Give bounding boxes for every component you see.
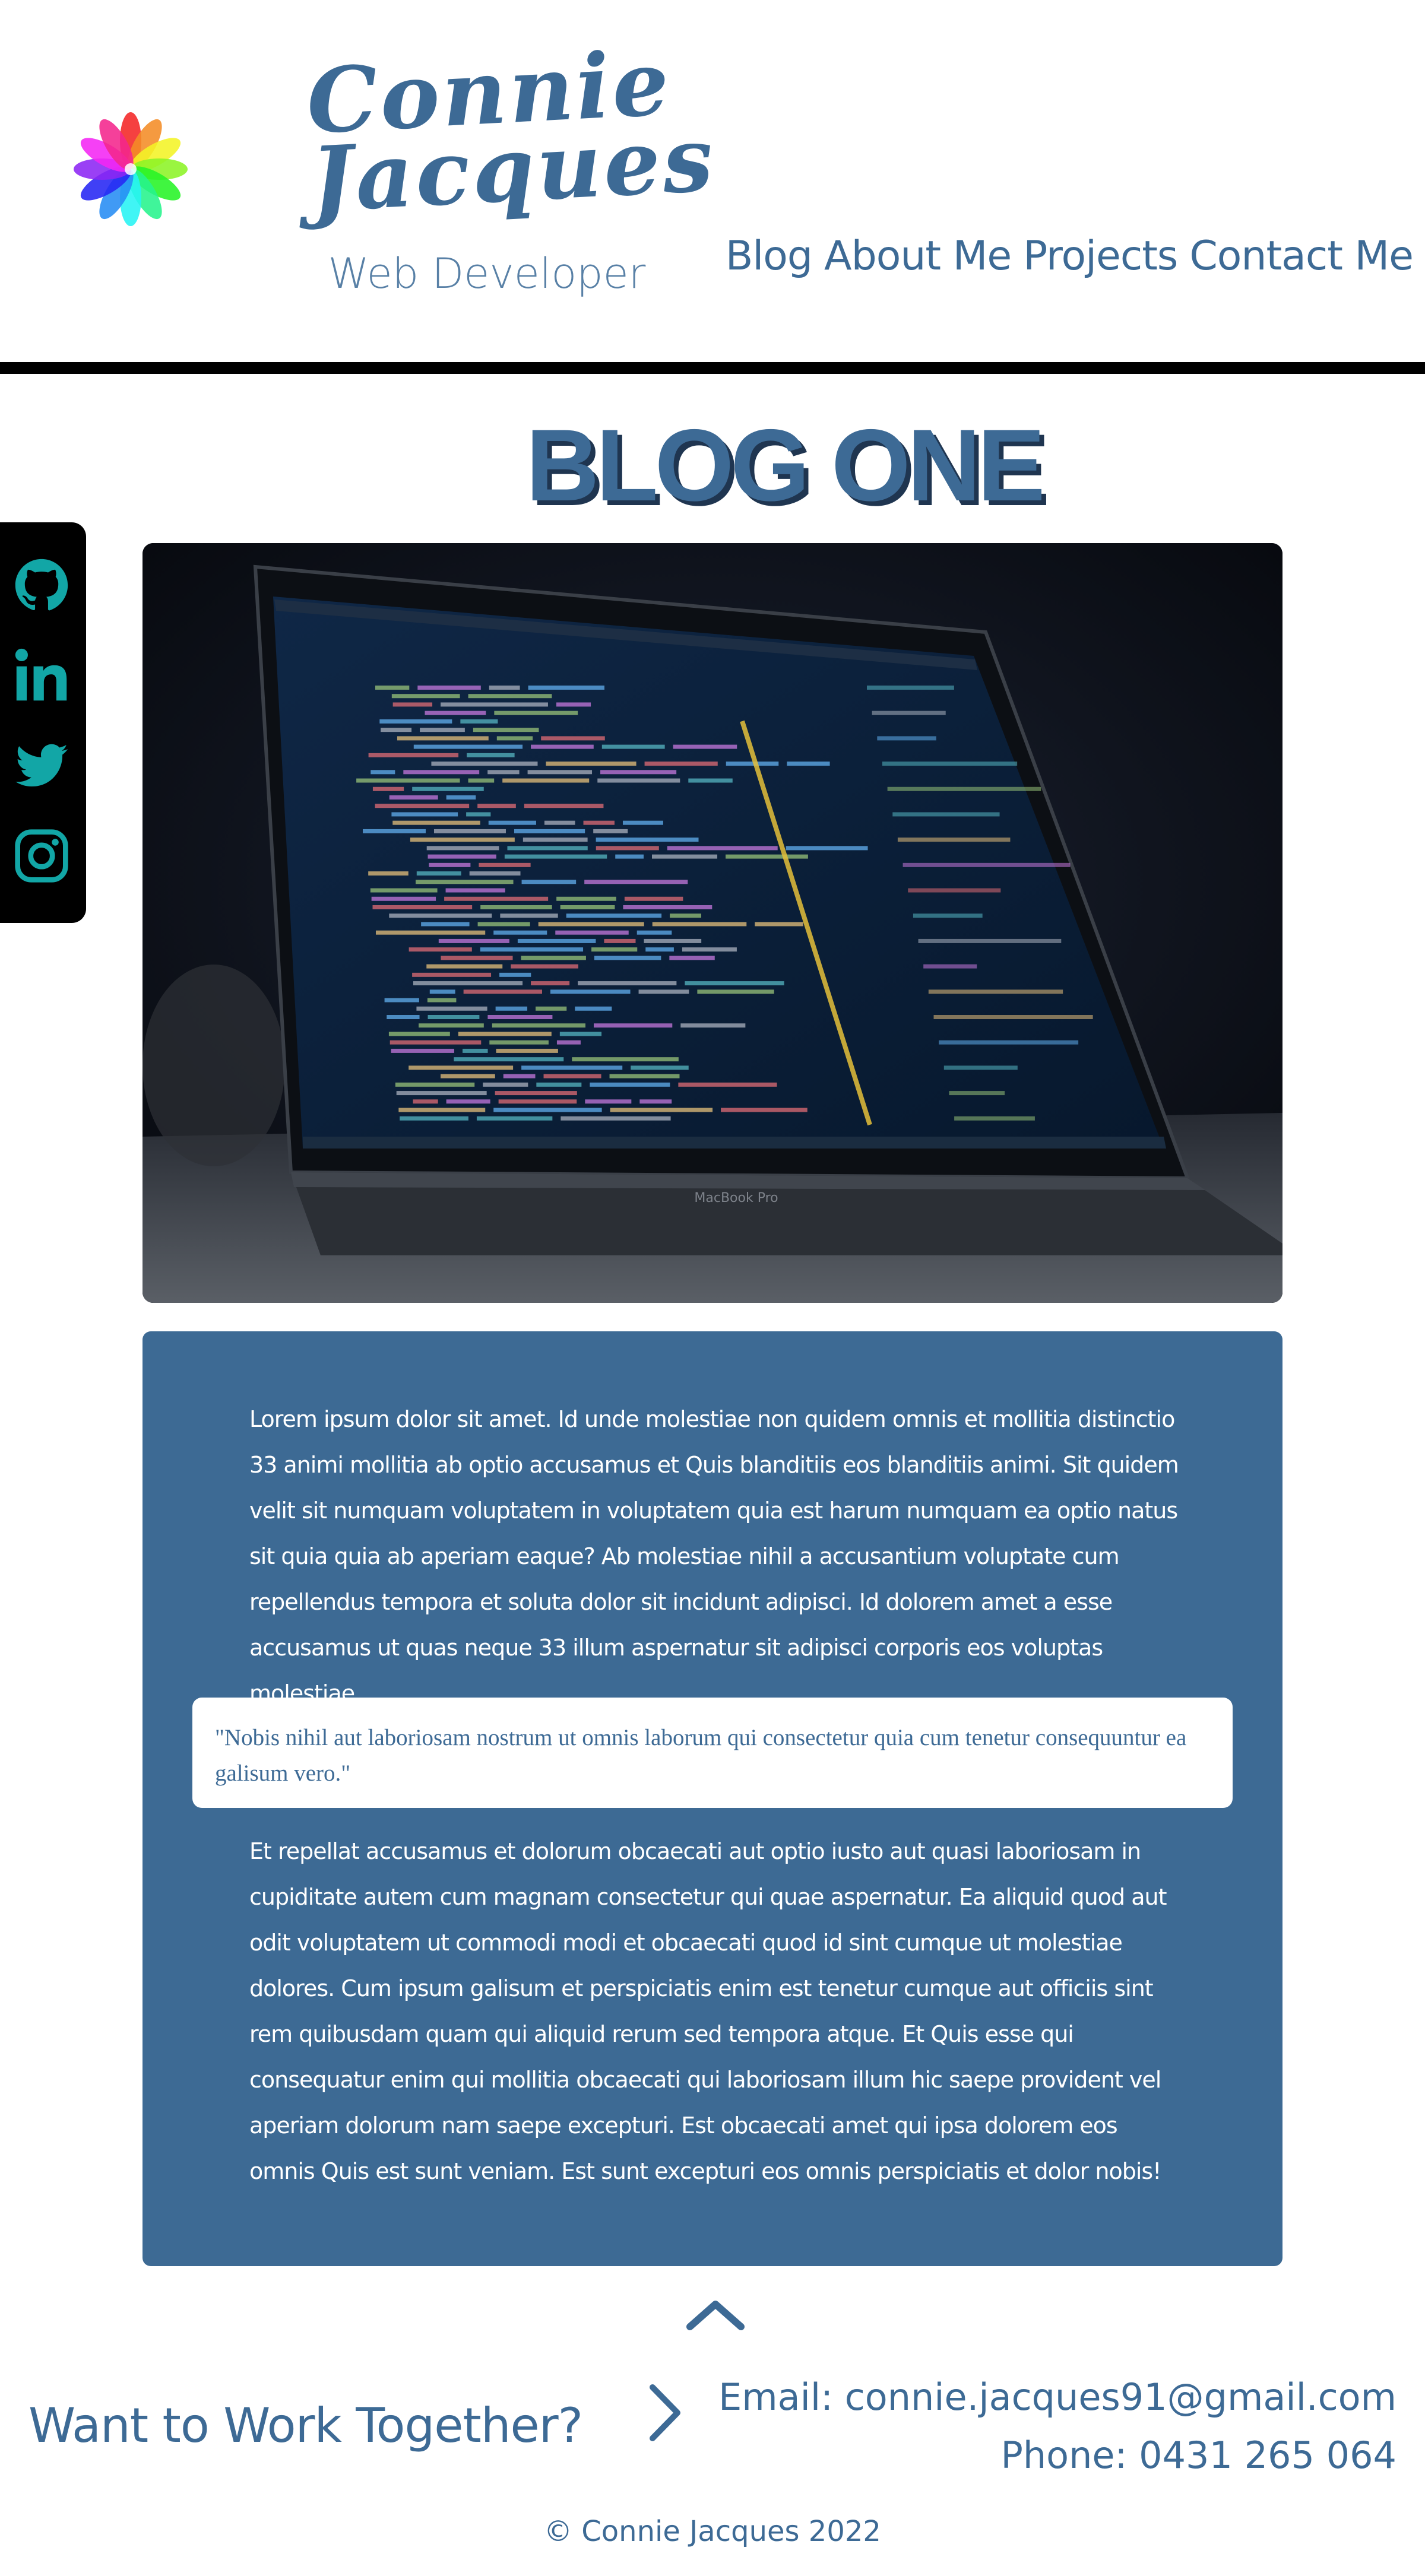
nav-blog[interactable]: Blog	[726, 233, 813, 280]
main-nav: Blog About Me Projects Contact Me	[726, 233, 1414, 280]
twitter-icon[interactable]	[13, 737, 70, 794]
nav-projects[interactable]: Projects	[1023, 233, 1178, 280]
blog-content-card: Lorem ipsum dolor sit amet. Id unde mole…	[142, 1331, 1282, 2266]
nav-contact-me[interactable]: Contact Me	[1189, 233, 1414, 280]
article-paragraph-1: Lorem ipsum dolor sit amet. Id unde mole…	[249, 1406, 1179, 1706]
github-icon[interactable]	[13, 557, 70, 614]
copyright: © Connie Jacques 2022	[544, 2515, 881, 2548]
header-divider	[0, 362, 1425, 374]
nav-about-me[interactable]: About Me	[824, 233, 1012, 280]
page-title: BLOG ONE	[525, 408, 1045, 522]
chevron-right-icon[interactable]	[644, 2380, 686, 2445]
article-paragraph-2: Et repellat accusamus et dolorum obcaeca…	[249, 1838, 1167, 2184]
contact-phone[interactable]: Phone: 0431 265 064	[718, 2426, 1396, 2485]
site-header: Connie Jacques Web Developer Blog About …	[0, 0, 1425, 362]
laptop-label: MacBook Pro	[694, 1191, 778, 1205]
chevron-up-icon[interactable]	[683, 2297, 748, 2333]
brand-name[interactable]: Connie Jacques	[304, 31, 718, 233]
article-quote: "Nobis nihil aut laboriosam nostrum ut o…	[192, 1698, 1233, 1808]
laptop-illustration: MacBook Pro	[142, 543, 1282, 1303]
work-together-cta[interactable]: Want to Work Together?	[28, 2398, 583, 2453]
linkedin-icon[interactable]	[13, 647, 70, 704]
brand-role: Web Developer	[328, 249, 646, 298]
contact-info: Email: connie.jacques91@gmail.com Phone:…	[718, 2368, 1396, 2485]
instagram-icon[interactable]	[13, 827, 70, 884]
social-sidebar	[0, 522, 86, 923]
hero-image: MacBook Pro	[142, 543, 1282, 1303]
rainbow-flower-icon[interactable]	[71, 110, 190, 229]
contact-email[interactable]: Email: connie.jacques91@gmail.com	[718, 2368, 1396, 2426]
